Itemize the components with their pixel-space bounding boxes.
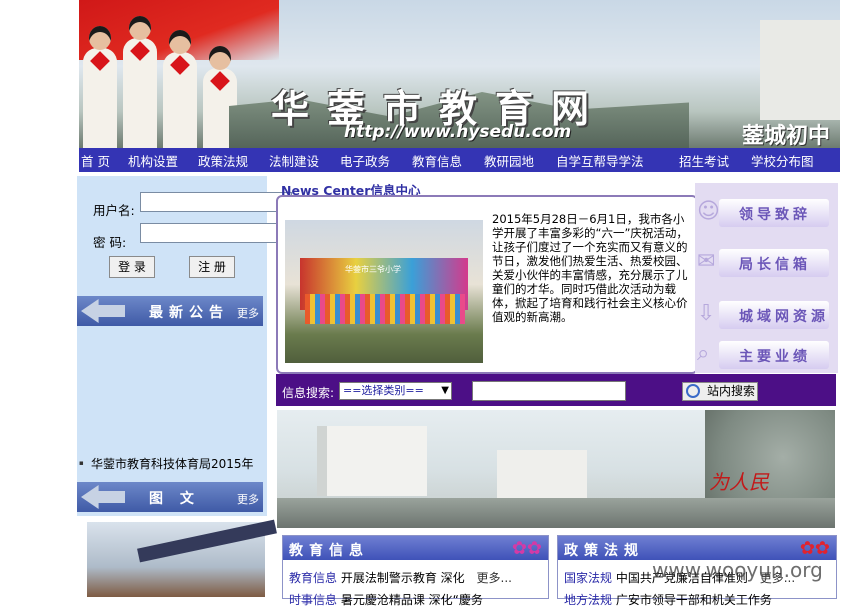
nav-admission[interactable]: 招生考试 [679,151,729,170]
metro-network-link[interactable]: ⇩ 城域网资源 [697,301,829,329]
photo-news-header: 图 文 更多 [77,482,263,512]
list-item[interactable]: 时事信息 暑元慶沧精品课 深化“慶务 [289,591,483,608]
photo-news-title: 图 文 [149,491,200,507]
search-bar: 信息搜索: ==选择类别== ▼ 站内搜索 [276,374,836,406]
nav-legal[interactable]: 法制建设 [269,151,319,170]
login-button[interactable]: 登 录 [109,256,155,278]
envelope-icon: ✉ [697,249,716,274]
nav-policy[interactable]: 政策法规 [198,151,248,170]
nav-edu-info[interactable]: 教育信息 [412,151,462,170]
nav-home[interactable]: 首 页 [81,151,110,170]
school-name: 蓥城初中 [741,123,830,148]
edu-info-panel: 教育信息 ✿✿ 教育信息 开展法制警示教育 深化 更多... 时事信息 暑元慶沧… [282,535,549,607]
search-input[interactable] [472,381,626,401]
policy-title: 政策法规 [564,543,644,559]
flower-icon: ✿✿ [511,538,542,559]
nav-research[interactable]: 教研园地 [484,151,534,170]
username-input[interactable] [140,192,292,212]
director-mailbox-link[interactable]: ✉ 局长信箱 [697,249,829,277]
news-text: 2015年5月28日－6月1日，我市各小学开展了丰富多彩的“六一”庆祝活动，让孩… [492,212,688,324]
notice-header: 最新公告 更多 [77,296,263,326]
search-icon: ⌕ [697,341,710,366]
nav-school-map[interactable]: 学校分布图 [751,151,814,170]
arrow-icon [81,299,125,323]
calligraphy-signature: 为人民 [709,470,769,494]
students-graphic [79,16,249,148]
header-banner: 华蓥市教育网 http://www.hysedu.com 蓥城初中 [79,0,840,148]
leader-speech-link[interactable]: ☺ 领导致辞 [697,199,829,227]
notice-more-link[interactable]: 更多 [237,305,259,321]
news-photo[interactable]: 华蓥市三爷小学 [285,220,483,363]
password-label: 密 码: [93,235,127,250]
register-button[interactable]: 注 册 [189,256,235,278]
search-label: 信息搜索: [282,386,335,400]
username-label: 用户名: [93,203,135,218]
city-photo: 为人民 [277,410,835,528]
password-input[interactable] [140,223,292,243]
person-icon: ☺ [697,199,720,224]
search-icon [686,384,700,398]
down-arrow-icon: ⇩ [697,301,716,326]
left-sidebar: 用户名: 密 码: 登 录 注 册 最新公告 更多 华蓥市教育科技体育局2015… [77,176,292,516]
main-nav: 首 页 机构设置 政策法规 法制建设 电子政务 教育信息 教研园地 自学互帮导学… [79,148,840,172]
site-url: http://www.hysedu.com [344,122,572,142]
list-item[interactable]: 地方法规 广安市领导干部和机关工作务 [564,591,772,608]
nav-egov[interactable]: 电子政务 [340,151,390,170]
flower-icon: ✿✿ [799,538,830,559]
policy-header: 政策法规 ✿✿ [558,536,836,560]
news-photo-banner: 华蓥市三爷小学 [345,265,401,274]
arrow-icon [81,485,125,509]
left-photo[interactable] [87,519,277,597]
nav-organization[interactable]: 机构设置 [128,151,178,170]
edu-info-header: 教育信息 ✿✿ [283,536,548,560]
nav-self-study[interactable]: 自学互帮导学法 [556,151,644,170]
quick-links: ☺ 领导致辞 ✉ 局长信箱 ⇩ 城域网资源 ⌕ 主要业绩 [695,183,838,373]
page: 华蓥市教育网 http://www.hysedu.com 蓥城初中 首 页 机构… [77,0,840,607]
watermark: www.wooyun.org [652,558,823,582]
list-item[interactable]: 教育信息 开展法制警示教育 深化 更多... [289,569,512,586]
category-select[interactable]: ==选择类别== ▼ [339,382,452,400]
notice-header-title: 最新公告 [149,305,229,321]
achievements-link[interactable]: ⌕ 主要业绩 [697,341,829,369]
photo-news-more-link[interactable]: 更多 [237,491,259,507]
chevron-down-icon: ▼ [441,385,449,396]
edu-info-title: 教育信息 [289,543,369,559]
site-search-button[interactable]: 站内搜索 [682,382,758,401]
school-building-graphic [760,20,840,120]
notice-item[interactable]: 华蓥市教育科技体育局2015年 [79,455,254,472]
